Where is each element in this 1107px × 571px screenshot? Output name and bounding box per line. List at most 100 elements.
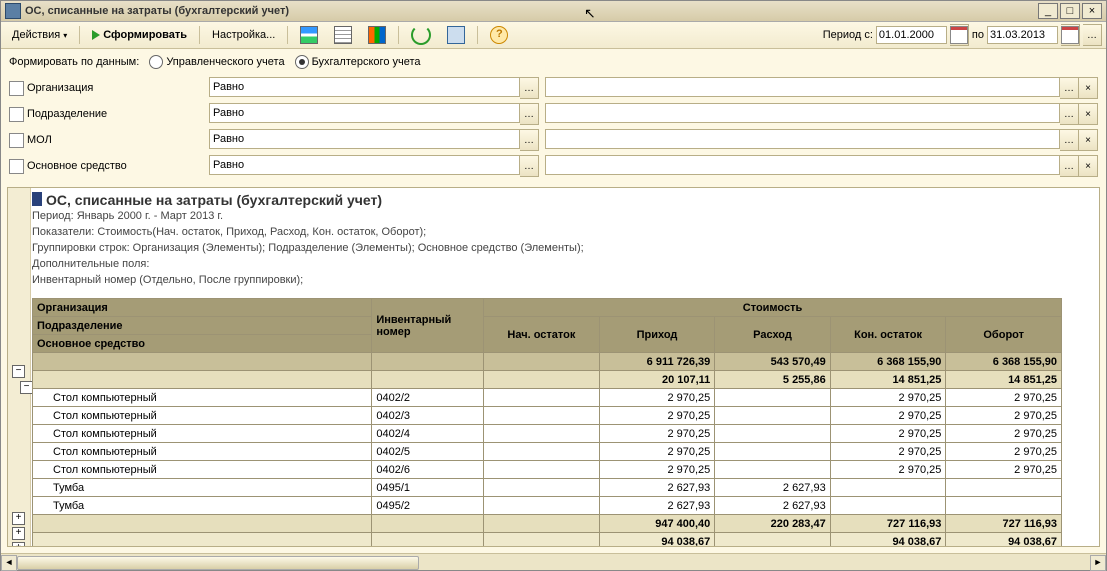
filter-row: Подразделение Равно… …× [9,103,1098,125]
settings-button[interactable]: Настройка... [205,26,282,44]
run-button[interactable]: Сформировать [85,26,194,44]
calendar-icon [950,26,968,44]
info-period: Период: Январь 2000 г. - Март 2013 г. [32,208,1095,224]
maximize-button[interactable]: □ [1060,3,1080,19]
cell-name: Стол компьютерный [33,443,372,461]
scroll-left-button[interactable]: ◄ [1,555,17,571]
report-area[interactable]: −−+++ ОС, списанные на затраты (бухгалте… [7,187,1100,547]
actions-label: Действия [12,29,60,41]
table-row[interactable]: 94 038,6794 038,6794 038,67 [33,533,1062,548]
report-table: Организация Инвентарный номер Стоимость … [32,298,1062,547]
col-inv: Инвентарный номер [372,299,484,353]
separator [398,26,399,44]
table-row[interactable]: Стол компьютерный 0402/5 2 970,25 2 970,2… [33,443,1062,461]
filter-value[interactable] [545,103,1060,123]
operator-select-button[interactable]: … [520,103,539,125]
window-title: ОС, списанные на затраты (бухгалтерский … [25,5,1036,17]
filter-value[interactable] [545,77,1060,97]
filter-value[interactable] [545,155,1060,175]
value-select-button[interactable]: … [1060,77,1079,99]
filter-checkbox[interactable] [9,81,24,96]
cell-value [830,479,946,497]
cell-value: 2 627,93 [599,497,715,515]
radio-accounting[interactable]: Бухгалтерского учета [295,55,421,69]
period-dialog-button[interactable]: … [1083,24,1102,46]
cell-value [484,389,600,407]
cell-value: 2 970,25 [946,407,1062,425]
operator-select-button[interactable]: … [520,155,539,177]
filter-operator[interactable]: Равно [209,129,520,149]
cell-value [715,389,830,407]
table-row[interactable]: Стол компьютерный 0402/2 2 970,252 970,2… [33,389,1062,407]
col-asset: Основное средство [33,335,372,353]
value-clear-button[interactable]: × [1079,103,1098,125]
cell-inv: 0402/5 [372,443,484,461]
report-title: ОС, списанные на затраты (бухгалтерский … [46,192,382,208]
cell-value: 2 970,25 [830,389,946,407]
scroll-right-button[interactable]: ► [1090,555,1106,571]
cell-value: 94 038,67 [599,533,715,548]
table-row[interactable]: Стол компьютерный 0402/4 2 970,252 970,2… [33,425,1062,443]
table-row[interactable]: Стол компьютерный 0402/6 2 970,252 970,2… [33,461,1062,479]
info-groupings: Группировки строк: Организация (Элементы… [32,240,1095,256]
cell-value: 2 970,25 [946,425,1062,443]
value-select-button[interactable]: … [1060,129,1079,151]
filter-checkbox[interactable] [9,107,24,122]
filter-value[interactable] [545,129,1060,149]
table-row[interactable]: Тумба 0495/1 2 627,932 627,93 [33,479,1062,497]
filter-operator[interactable]: Равно [209,77,520,97]
grid-button[interactable] [327,23,359,47]
filter-panel: Формировать по данным: Управленческого у… [1,49,1106,185]
separator [287,26,288,44]
date-to-input[interactable] [987,26,1058,44]
table-row[interactable]: 947 400,40220 283,47727 116,93727 116,93 [33,515,1062,533]
value-clear-button[interactable]: × [1079,77,1098,99]
col-sub: Оборот [946,317,1062,353]
date-to-picker[interactable] [1061,24,1080,46]
scroll-thumb[interactable] [17,556,419,570]
filter-label: Организация [27,82,93,94]
cell-value: 20 107,11 [599,371,715,389]
radio-icon [149,55,163,69]
cell-value: 2 970,25 [946,389,1062,407]
period-panel: Период с: по … [823,24,1102,46]
operator-select-button[interactable]: … [520,129,539,151]
cell-value: 2 970,25 [830,443,946,461]
cell-value: 14 851,25 [830,371,946,389]
cell-value: 6 368 155,90 [946,353,1062,371]
value-clear-button[interactable]: × [1079,129,1098,151]
cell-value [715,533,830,548]
bars-button[interactable] [361,23,393,47]
filter-checkbox[interactable] [9,159,24,174]
table-row[interactable]: 20 107,115 255,8614 851,2514 851,25 [33,371,1062,389]
value-select-button[interactable]: … [1060,103,1079,125]
operator-select-button[interactable]: … [520,77,539,99]
radio-management[interactable]: Управленческого учета [149,55,284,69]
export-button[interactable] [440,23,472,47]
close-button[interactable]: × [1082,3,1102,19]
help-button[interactable]: ? [483,23,515,47]
filter-operator[interactable]: Равно [209,155,520,175]
table-row[interactable]: Тумба 0495/2 2 627,932 627,93 [33,497,1062,515]
cell-value [484,443,600,461]
cell-value [715,461,830,479]
value-select-button[interactable]: … [1060,155,1079,177]
cell-value: 2 970,25 [599,443,715,461]
chart-button[interactable] [293,23,325,47]
actions-menu[interactable]: Действия▾ [5,26,74,44]
horizontal-scrollbar[interactable]: ◄ ► [1,553,1106,570]
cell-value [484,353,600,371]
cell-value: 727 116,93 [946,515,1062,533]
cell-value [484,497,600,515]
date-from-picker[interactable] [950,24,969,46]
filter-checkbox[interactable] [9,133,24,148]
cell-value: 2 970,25 [599,389,715,407]
date-from-input[interactable] [876,26,947,44]
table-row[interactable]: Стол компьютерный 0402/3 2 970,252 970,2… [33,407,1062,425]
refresh-button[interactable] [404,22,438,48]
cell-name: Тумба [33,479,372,497]
filter-operator[interactable]: Равно [209,103,520,123]
minimize-button[interactable]: _ [1038,3,1058,19]
value-clear-button[interactable]: × [1079,155,1098,177]
table-row[interactable]: 6 911 726,39543 570,496 368 155,906 368 … [33,353,1062,371]
